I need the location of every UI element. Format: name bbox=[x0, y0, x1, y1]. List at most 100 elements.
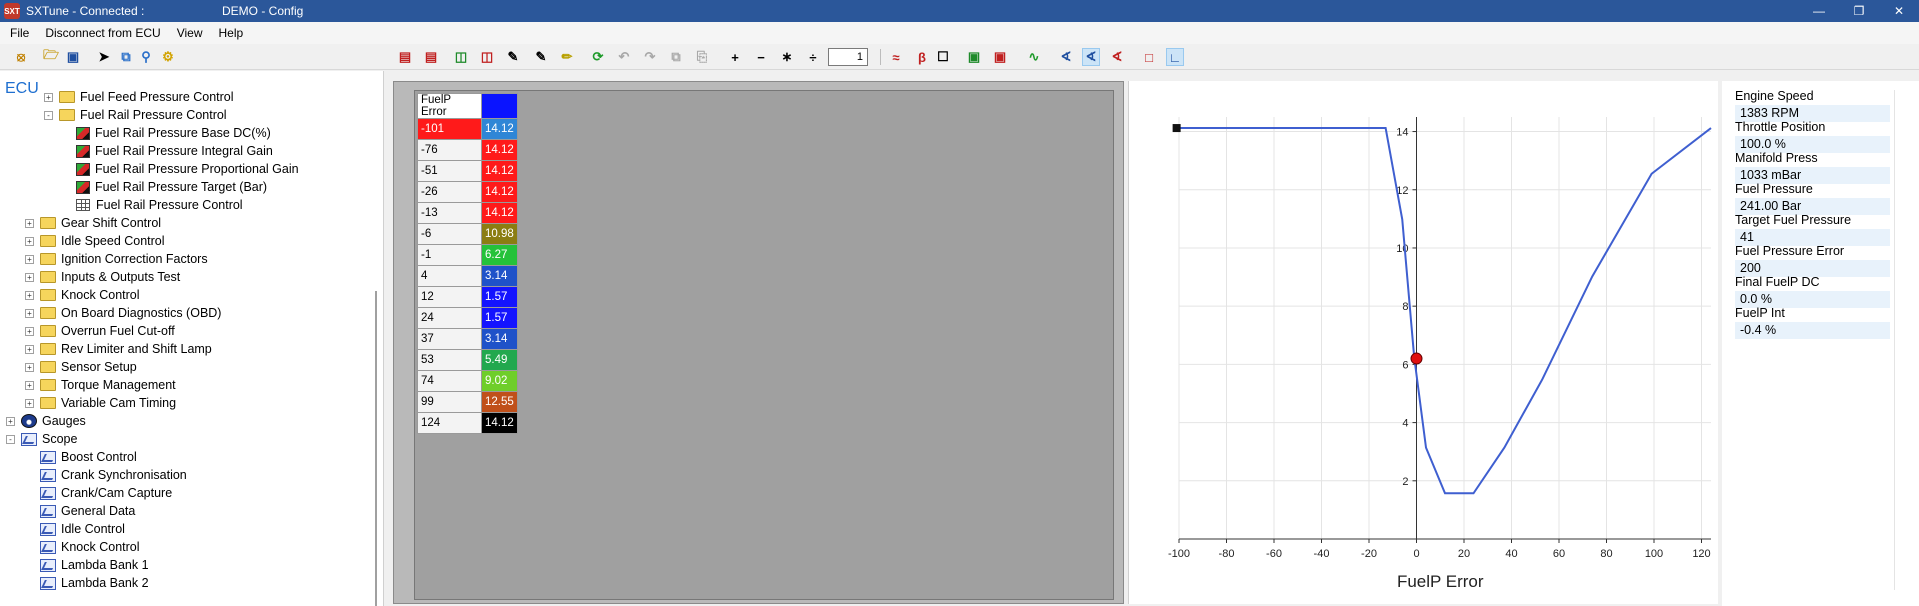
value-cell[interactable]: 3.14 bbox=[481, 328, 518, 350]
expand-icon[interactable]: + bbox=[25, 344, 34, 354]
insert-col-icon[interactable]: ◫ bbox=[452, 48, 470, 66]
expand-icon[interactable]: + bbox=[6, 416, 15, 426]
expand-icon[interactable]: + bbox=[25, 254, 34, 264]
close-icon[interactable]: ✕ bbox=[1879, 0, 1919, 22]
restore-icon[interactable]: ❐ bbox=[1839, 0, 1879, 22]
breakpoint-cell[interactable]: -101 bbox=[417, 118, 482, 140]
tree-item[interactable]: + Variable Cam Timing bbox=[25, 394, 176, 412]
tree-item[interactable]: + Fuel Feed Pressure Control bbox=[44, 88, 234, 106]
checkbox-icon[interactable]: ☐ bbox=[934, 48, 952, 66]
copy-icon[interactable]: ⧉ bbox=[117, 48, 135, 66]
fuelp-chart[interactable]: -100 -80 -60 -40 -20 0 20 40 60 80 100 120246810121… bbox=[1129, 81, 1719, 604]
cube-red-icon[interactable]: ▣ bbox=[991, 48, 1009, 66]
disconnect-icon[interactable]: ⦻ bbox=[12, 48, 30, 66]
breakpoint-cell[interactable]: -26 bbox=[417, 181, 482, 203]
value-cell[interactable]: 1.57 bbox=[481, 307, 518, 329]
undo-icon[interactable]: ↶ bbox=[615, 48, 633, 66]
tree-item[interactable]: General Data bbox=[25, 502, 135, 520]
menu-help[interactable]: Help bbox=[219, 26, 244, 40]
collapse-icon[interactable]: - bbox=[6, 434, 15, 444]
tree-item[interactable]: Knock Control bbox=[25, 538, 140, 556]
value-cell[interactable]: 3.14 bbox=[481, 265, 518, 287]
bell-icon[interactable]: ⚙ bbox=[159, 48, 177, 66]
tree-item[interactable]: Crank Synchronisation bbox=[25, 466, 187, 484]
cube-green-icon[interactable]: ▣ bbox=[965, 48, 983, 66]
menu-file[interactable]: File bbox=[10, 26, 29, 40]
tree-item[interactable]: + Gauges bbox=[6, 412, 86, 430]
expand-icon[interactable]: + bbox=[25, 290, 34, 300]
send-icon[interactable]: ➤ bbox=[95, 48, 113, 66]
graph-icon[interactable]: ≈ bbox=[887, 48, 905, 66]
expand-icon[interactable]: + bbox=[44, 92, 53, 102]
tree-item[interactable]: - Scope bbox=[6, 430, 77, 448]
tree-item[interactable]: Fuel Rail Pressure Base DC(%) bbox=[61, 124, 271, 142]
tree-item[interactable]: + Rev Limiter and Shift Lamp bbox=[25, 340, 212, 358]
value-cell[interactable]: 14.12 bbox=[481, 160, 518, 182]
tree-item[interactable]: Idle Control bbox=[25, 520, 125, 538]
expand-icon[interactable]: + bbox=[25, 362, 34, 372]
expand-icon[interactable]: + bbox=[25, 272, 34, 282]
chart-line-icon[interactable]: ∢ bbox=[1057, 48, 1075, 66]
breakpoint-cell[interactable]: 74 bbox=[417, 370, 482, 392]
chart-zoom-icon[interactable]: ∟ bbox=[1166, 48, 1184, 66]
breakpoint-cell[interactable]: 99 bbox=[417, 391, 482, 413]
breakpoint-cell[interactable]: -76 bbox=[417, 139, 482, 161]
tree-item[interactable]: Fuel Rail Pressure Control bbox=[61, 196, 243, 214]
expand-icon[interactable]: + bbox=[25, 218, 34, 228]
multiply-icon[interactable]: ∗ bbox=[778, 48, 796, 66]
collapse-icon[interactable]: - bbox=[44, 110, 53, 120]
breakpoint-cell[interactable]: 124 bbox=[417, 412, 482, 434]
add-icon[interactable]: + bbox=[726, 48, 744, 66]
tree-item[interactable]: Fuel Rail Pressure Target (Bar) bbox=[61, 178, 267, 196]
edit-icon[interactable]: ✎ bbox=[504, 48, 522, 66]
expand-icon[interactable]: + bbox=[25, 380, 34, 390]
tree-scrollbar[interactable] bbox=[375, 291, 377, 606]
edit-multi-icon[interactable]: ✎ bbox=[532, 48, 550, 66]
search-icon[interactable]: ⚲ bbox=[137, 48, 155, 66]
subtract-icon[interactable]: − bbox=[752, 48, 770, 66]
value-cell[interactable]: 12.55 bbox=[481, 391, 518, 413]
breakpoint-cell[interactable]: 37 bbox=[417, 328, 482, 350]
delete-row-icon[interactable]: ▤ bbox=[422, 48, 440, 66]
value-cell[interactable]: 14.12 bbox=[481, 202, 518, 224]
expand-icon[interactable]: + bbox=[25, 398, 34, 408]
ecu-root-label[interactable]: ECU bbox=[5, 80, 39, 98]
expand-icon[interactable]: + bbox=[25, 236, 34, 246]
divide-icon[interactable]: ÷ bbox=[804, 48, 822, 66]
value-cell[interactable]: 14.12 bbox=[481, 181, 518, 203]
tree-item[interactable]: + Knock Control bbox=[25, 286, 140, 304]
live-icon[interactable]: ∿ bbox=[1025, 48, 1043, 66]
chart-active-icon[interactable]: ∢ bbox=[1082, 48, 1100, 66]
value-cell[interactable]: 6.27 bbox=[481, 244, 518, 266]
open-folder-icon[interactable]: 🗁 bbox=[42, 47, 60, 66]
tree-item[interactable]: + On Board Diagnostics (OBD) bbox=[25, 304, 221, 322]
value-cell[interactable]: 10.98 bbox=[481, 223, 518, 245]
tree-item[interactable]: + Ignition Correction Factors bbox=[25, 250, 208, 268]
copy-cells-icon[interactable]: ⧉ bbox=[667, 48, 685, 66]
expand-icon[interactable]: + bbox=[25, 308, 34, 318]
minimize-icon[interactable]: — bbox=[1799, 0, 1839, 22]
value-cell[interactable]: 14.12 bbox=[481, 139, 518, 161]
delete-col-icon[interactable]: ◫ bbox=[478, 48, 496, 66]
tree-item[interactable]: + Idle Speed Control bbox=[25, 232, 165, 250]
tree-item[interactable]: Crank/Cam Capture bbox=[25, 484, 172, 502]
breakpoint-cell[interactable]: 12 bbox=[417, 286, 482, 308]
breakpoint-cell[interactable]: -1 bbox=[417, 244, 482, 266]
refresh-icon[interactable]: ⟳ bbox=[589, 48, 607, 66]
menu-view[interactable]: View bbox=[177, 26, 203, 40]
tree-item[interactable]: Fuel Rail Pressure Integral Gain bbox=[61, 142, 273, 160]
tree-item[interactable]: + Gear Shift Control bbox=[25, 214, 161, 232]
value-cell[interactable]: 9.02 bbox=[481, 370, 518, 392]
value-cell[interactable]: 1.57 bbox=[481, 286, 518, 308]
value-cell[interactable]: 5.49 bbox=[481, 349, 518, 371]
breakpoint-cell[interactable]: 4 bbox=[417, 265, 482, 287]
tree-item[interactable]: + Sensor Setup bbox=[25, 358, 137, 376]
breakpoint-cell[interactable]: -51 bbox=[417, 160, 482, 182]
redo-icon[interactable]: ↷ bbox=[641, 48, 659, 66]
tree-item[interactable]: Lambda Bank 1 bbox=[25, 556, 149, 574]
menu-disconnect[interactable]: Disconnect from ECU bbox=[45, 26, 160, 40]
paste-icon[interactable]: ⎘ bbox=[693, 48, 711, 66]
value-cell[interactable]: 14.12 bbox=[481, 118, 518, 140]
tree-item[interactable]: + Inputs & Outputs Test bbox=[25, 268, 180, 286]
tree-item[interactable]: Boost Control bbox=[25, 448, 137, 466]
